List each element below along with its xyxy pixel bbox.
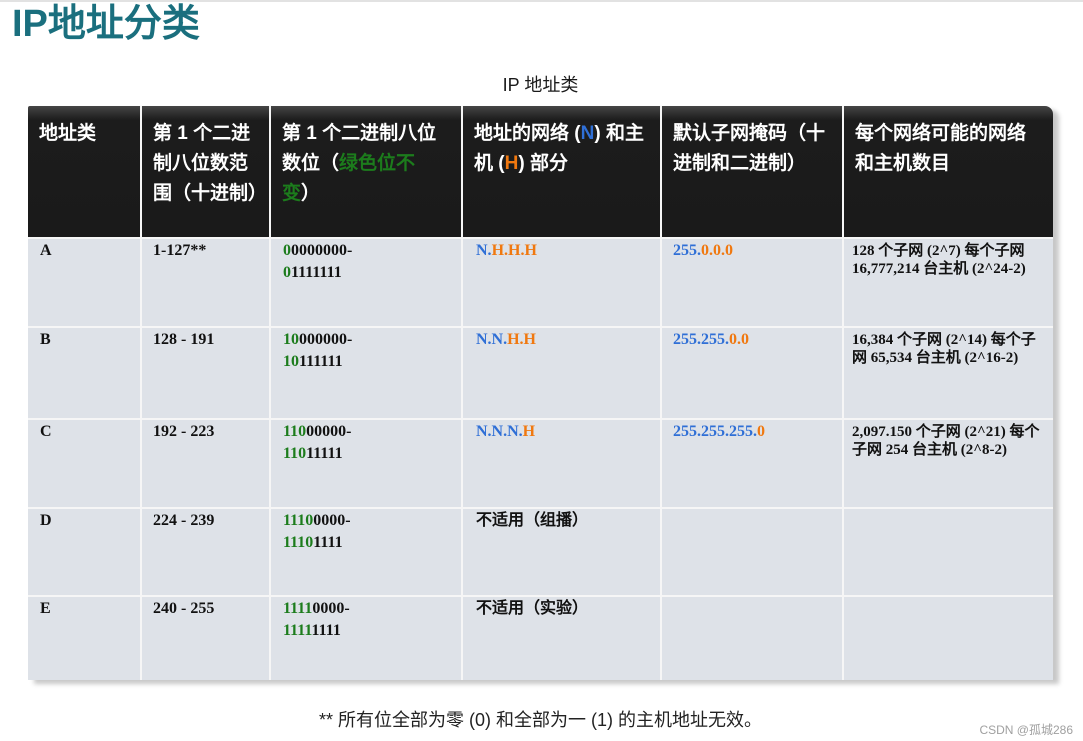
network-host-parts: N.N.N.H: [463, 420, 660, 507]
first-octet-range: 224 - 239: [142, 509, 269, 595]
fixed-bits: 10: [283, 353, 299, 370]
bits-from: 11100000-: [283, 510, 453, 532]
network-host-parts: 不适用（实验）: [463, 597, 660, 680]
default-subnet-mask: 255.0.0.0: [662, 239, 842, 326]
address-class: B: [28, 328, 140, 418]
networks-and-hosts: [844, 597, 1053, 680]
header-first-octet-bits: 第 1 个二进制八位数位（绿色位不变）: [271, 106, 461, 237]
variable-bits: 1111111: [291, 264, 342, 281]
bits-to: 11101111: [283, 532, 453, 554]
variable-bits: 1111: [313, 534, 343, 551]
mask-host-part: 0.0.0: [701, 242, 733, 259]
page-title: IP地址分类: [12, 3, 200, 45]
network-part: N.N.N.: [476, 423, 523, 440]
address-class: E: [28, 597, 140, 680]
fixed-bits: 1111: [283, 622, 312, 639]
variable-bits: 0000000-: [291, 242, 353, 259]
default-subnet-mask: [662, 509, 842, 595]
header-default-subnet-mask: 默认子网掩码（十进制和二进制）: [662, 106, 842, 237]
table-footnote: ** 所有位全部为零 (0) 和全部为一 (1) 的主机地址无效。: [318, 710, 762, 730]
host-part: H.H.H: [491, 242, 537, 259]
bits-from: 00000000-: [283, 240, 453, 262]
variable-bits: 111111: [299, 353, 343, 370]
address-class: C: [28, 420, 140, 507]
header-parts-text: 地址的网络 (: [474, 123, 581, 144]
network-part: N.N.: [476, 331, 508, 348]
header-parts-text-end: ) 部分: [518, 153, 568, 174]
header-networks-and-hosts: 每个网络可能的网络和主机数目: [844, 106, 1053, 237]
first-octet-range: 192 - 223: [142, 420, 269, 507]
mask-host-part: 0.0: [729, 331, 749, 348]
address-class: A: [28, 239, 140, 326]
first-octet-bits: 11110000- 11111111: [271, 597, 461, 680]
first-octet-bits: 10000000- 10111111: [271, 328, 461, 418]
variable-bits: 000000-: [299, 331, 353, 348]
header-network-host-parts: 地址的网络 (N) 和主机 (H) 部分: [463, 106, 660, 237]
host-part: H: [522, 423, 536, 440]
networks-and-hosts: 128 个子网 (2^7) 每个子网 16,777,214 台主机 (2^24-…: [844, 239, 1053, 326]
header-network-letter: N: [580, 123, 595, 144]
mask-host-part: 0: [757, 423, 765, 440]
network-host-parts: 不适用（组播）: [463, 509, 660, 595]
variable-bits: 00000-: [306, 423, 352, 440]
network-host-parts: N.H.H.H: [463, 239, 660, 326]
bits-from: 10000000-: [283, 329, 453, 351]
host-part: H.H: [507, 331, 536, 348]
fixed-bits: 10: [283, 331, 299, 348]
network-host-parts: N.N.H.H: [463, 328, 660, 418]
first-octet-bits: 11100000- 11101111: [271, 509, 461, 595]
default-subnet-mask: [662, 597, 842, 680]
fixed-bits: 0: [283, 242, 291, 259]
header-address-class: 地址类: [28, 106, 140, 237]
first-octet-range: 128 - 191: [142, 328, 269, 418]
first-octet-bits: 11000000- 11011111: [271, 420, 461, 507]
first-octet-bits: 00000000- 01111111: [271, 239, 461, 326]
default-subnet-mask: 255.255.255.0: [662, 420, 842, 507]
networks-and-hosts: 16,384 个子网 (2^14) 每个子网 65,534 台主机 (2^16-…: [844, 328, 1053, 418]
bits-to: 11011111: [283, 443, 453, 465]
ip-address-class-table: 地址类 第 1 个二进制八位数范围（十进制） 第 1 个二进制八位数位（绿色位不…: [28, 106, 1053, 680]
table-caption: IP 地址类: [502, 75, 579, 95]
fixed-bits: 1110: [283, 534, 314, 551]
bits-to: 10111111: [283, 351, 453, 373]
networks-and-hosts: [844, 509, 1053, 595]
variable-bits: 0000-: [313, 512, 351, 529]
variable-bits: 11111: [306, 445, 343, 462]
network-part: N.: [476, 242, 492, 259]
fixed-bits: 1110: [283, 512, 314, 529]
header-bits-text-end: ）: [301, 183, 321, 204]
bits-from: 11000000-: [283, 421, 453, 443]
variable-bits: 0000-: [312, 600, 350, 617]
source-watermark: CSDN @孤城286: [979, 723, 1073, 737]
mask-network-part: 255.255.255.: [673, 423, 757, 440]
networks-and-hosts: 2,097.150 个子网 (2^21) 每个子网 254 台主机 (2^8-2…: [844, 420, 1053, 507]
variable-bits: 1111: [311, 622, 341, 639]
bits-to: 01111111: [283, 262, 453, 284]
header-first-octet-range: 第 1 个二进制八位数范围（十进制）: [142, 106, 269, 237]
address-class: D: [28, 509, 140, 595]
header-host-letter: H: [504, 153, 519, 174]
fixed-bits: 110: [283, 445, 307, 462]
mask-network-part: 255.: [673, 242, 701, 259]
bits-from: 11110000-: [283, 598, 453, 620]
fixed-bits: 1111: [283, 600, 313, 617]
first-octet-range: 1-127**: [142, 239, 269, 326]
first-octet-range: 240 - 255: [142, 597, 269, 680]
bits-to: 11111111: [283, 620, 453, 642]
fixed-bits: 110: [283, 423, 307, 440]
mask-network-part: 255.255.: [673, 331, 729, 348]
fixed-bits: 0: [283, 264, 291, 281]
default-subnet-mask: 255.255.0.0: [662, 328, 842, 418]
